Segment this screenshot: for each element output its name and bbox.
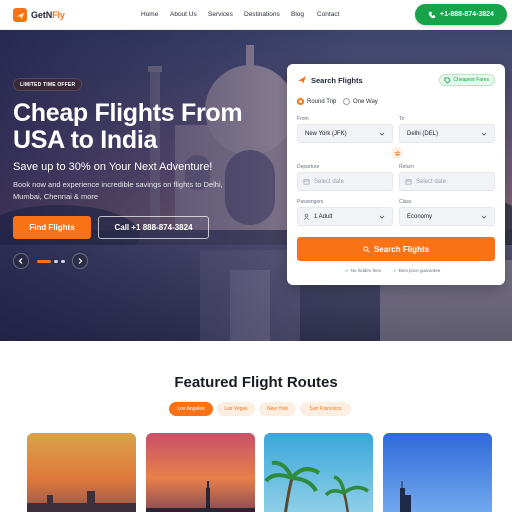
- carousel-dot[interactable]: [61, 260, 65, 263]
- one-way-label: One Way: [353, 98, 378, 105]
- route-card-image[interactable]: [383, 433, 492, 512]
- nav-link-services[interactable]: Services: [208, 11, 233, 18]
- brand-logo[interactable]: GetNFly: [13, 8, 65, 22]
- chevron-down-icon: [379, 215, 385, 219]
- plane-logo-icon: [13, 8, 27, 22]
- chevron-down-icon: [379, 132, 385, 136]
- one-way-radio[interactable]: One Way: [343, 98, 378, 105]
- class-value: Economy: [407, 213, 433, 220]
- filter-chip-los-angeles[interactable]: Los Angeles: [169, 402, 213, 416]
- calendar-icon: [303, 179, 310, 185]
- best-price-label: Best price guarantee: [398, 268, 441, 273]
- return-label: Return: [399, 164, 415, 170]
- featured-routes-title: Featured Flight Routes: [174, 374, 338, 391]
- class-select[interactable]: Economy: [399, 207, 495, 226]
- nav-link-contact[interactable]: Contact: [317, 11, 339, 18]
- no-hidden-fees-note: ✓ No hidden fees: [345, 268, 381, 274]
- plane-icon: [298, 76, 306, 84]
- carousel-dot[interactable]: [54, 260, 58, 263]
- radio-unselected-icon: [343, 98, 350, 105]
- search-card-title: Search Flights: [311, 76, 363, 85]
- tag-icon: [444, 77, 452, 84]
- sunset-city-image: [27, 433, 136, 512]
- calendar-icon: [405, 179, 412, 185]
- find-flights-button[interactable]: Find Flights: [13, 216, 91, 239]
- to-select[interactable]: Delhi (DEL): [399, 124, 495, 143]
- to-label: To: [399, 116, 405, 122]
- no-hidden-fees-label: No hidden fees: [350, 268, 382, 273]
- filter-chip-san-francisco[interactable]: San Francisco: [300, 402, 351, 416]
- phone-call-button[interactable]: +1-888-874-3824: [415, 4, 507, 25]
- radio-selected-icon: [297, 98, 304, 105]
- top-navbar: GetNFly Home About Us Services Destinati…: [0, 0, 512, 30]
- route-card-image[interactable]: [27, 433, 136, 512]
- from-select[interactable]: New York (JFK): [297, 124, 393, 143]
- search-flights-card: Search Flights Cheapest Fares Round Trip…: [287, 64, 505, 285]
- best-price-note: ✓ Best price guarantee: [393, 268, 440, 274]
- city-tower-image: [383, 433, 492, 512]
- palm-beach-image: [264, 433, 373, 512]
- departure-date-input[interactable]: Select date: [297, 172, 393, 191]
- chevron-down-icon: [481, 132, 487, 136]
- chevron-left-icon: [18, 258, 23, 264]
- round-trip-label: Round Trip: [307, 98, 337, 105]
- brand-name: GetNFly: [31, 10, 65, 20]
- swap-locations-button[interactable]: [391, 147, 403, 159]
- to-value: Delhi (DEL): [407, 130, 439, 137]
- class-label: Class: [399, 199, 412, 205]
- chevron-right-icon: [78, 258, 83, 264]
- nav-link-destinations[interactable]: Destinations: [244, 11, 280, 18]
- call-now-button[interactable]: Call +1 888-874-3824: [98, 216, 209, 239]
- cheapest-fares-badge: Cheapest Fares: [439, 74, 495, 86]
- search-flights-button[interactable]: Search Flights: [297, 237, 495, 261]
- departure-label: Departure: [297, 164, 320, 170]
- limited-offer-badge: LIMITED TIME OFFER: [13, 78, 83, 91]
- return-placeholder: Select date: [416, 178, 447, 185]
- return-date-input[interactable]: Select date: [399, 172, 495, 191]
- passengers-label: Passengers: [297, 199, 324, 205]
- user-icon: [303, 213, 310, 220]
- carousel-next-button[interactable]: [72, 253, 88, 269]
- carousel-prev-button[interactable]: [13, 253, 29, 269]
- filter-chip-new-york[interactable]: New York: [259, 402, 296, 416]
- chevron-down-icon: [481, 215, 487, 219]
- carousel-dot-active[interactable]: [37, 260, 51, 263]
- passengers-value: 1 Adult: [314, 213, 333, 220]
- phone-call-label: +1-888-874-3824: [440, 11, 494, 18]
- brand-name-part1: GetN: [31, 10, 53, 20]
- hero-subtitle: Save up to 30% on Your Next Adventure!: [13, 161, 213, 173]
- brand-name-part2: Fly: [52, 10, 65, 20]
- route-card-image[interactable]: [146, 433, 255, 512]
- hero-description: Book now and experience incredible savin…: [13, 180, 223, 201]
- hero-title: Cheap Flights From USA to India: [13, 99, 243, 154]
- search-flights-label: Search Flights: [373, 244, 430, 254]
- search-icon: [363, 245, 370, 253]
- from-value: New York (JFK): [305, 130, 347, 137]
- nav-link-blog[interactable]: Blog: [291, 11, 304, 18]
- sunset-skyline-image: [146, 433, 255, 512]
- nav-link-home[interactable]: Home: [141, 11, 158, 18]
- nav-link-about[interactable]: About Us: [170, 11, 197, 18]
- filter-chip-las-vegas[interactable]: Las Vegas: [217, 402, 255, 416]
- phone-icon: [428, 11, 436, 18]
- check-icon: ✓: [345, 268, 349, 273]
- from-label: From: [297, 116, 309, 122]
- round-trip-radio[interactable]: Round Trip: [297, 98, 336, 105]
- route-card-image[interactable]: [264, 433, 373, 512]
- cheapest-fares-label: Cheapest Fares: [453, 77, 489, 83]
- departure-placeholder: Select date: [314, 178, 345, 185]
- check-icon: ✓: [393, 268, 397, 273]
- swap-icon: [394, 150, 400, 156]
- passengers-select[interactable]: 1 Adult: [297, 207, 393, 226]
